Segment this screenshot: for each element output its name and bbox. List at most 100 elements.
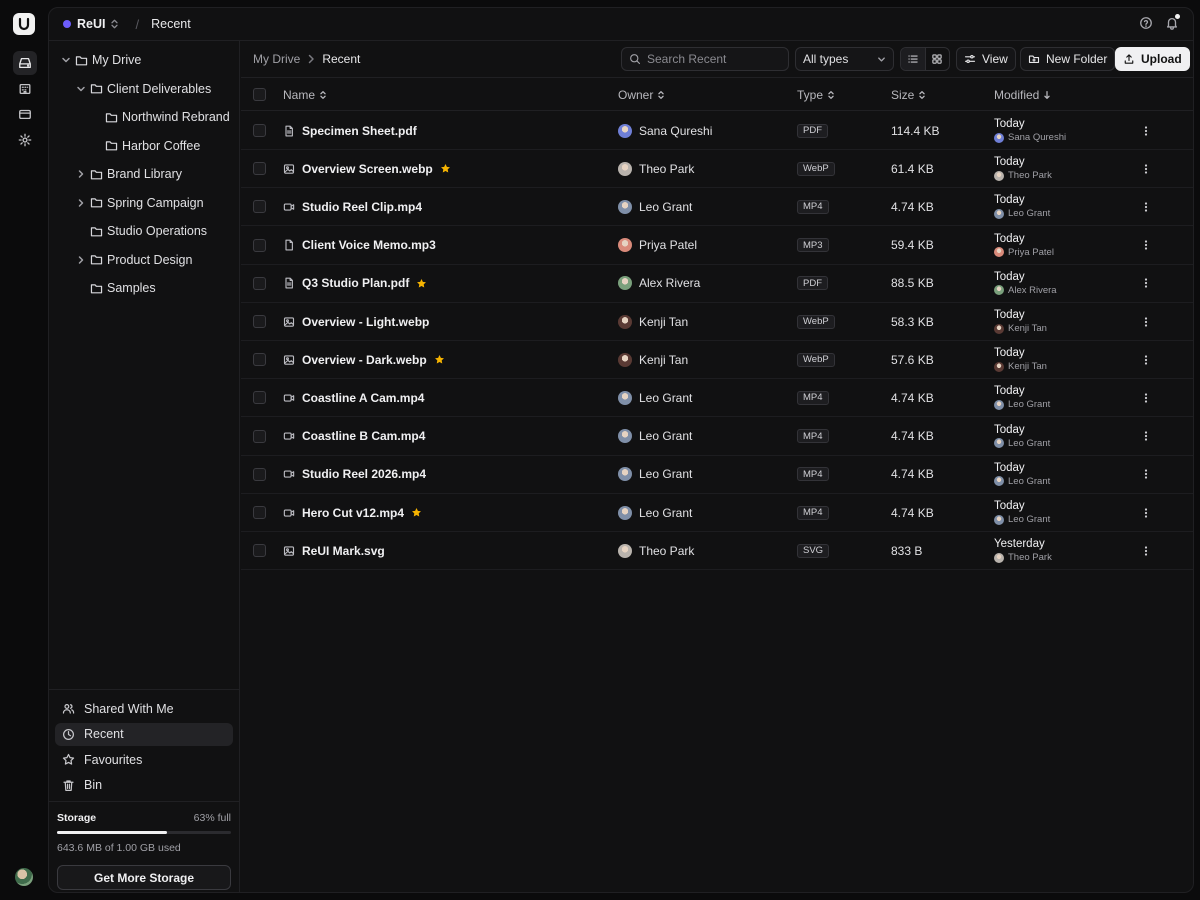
column-size[interactable]: Size xyxy=(891,88,926,102)
more-options-icon[interactable] xyxy=(1141,265,1151,302)
table-row[interactable]: Overview Screen.webp Theo Park WebP 61.4 KB… xyxy=(241,150,1193,189)
drive-icon[interactable] xyxy=(13,51,37,75)
row-checkbox[interactable] xyxy=(253,544,266,558)
get-more-storage-button[interactable]: Get More Storage xyxy=(57,865,231,890)
column-owner[interactable]: Owner xyxy=(618,88,665,102)
file-name[interactable]: Hero Cut v12.mp4 xyxy=(302,506,404,520)
table-row[interactable]: Client Voice Memo.mp3 Priya Patel MP3 59.4 … xyxy=(241,227,1193,265)
star-icon[interactable] xyxy=(434,354,445,365)
row-checkbox[interactable] xyxy=(253,315,266,328)
column-modified[interactable]: Modified xyxy=(994,88,1051,102)
folder-northwind-rebrand[interactable]: Northwind Rebrand xyxy=(89,103,230,131)
chevron-updown-icon[interactable] xyxy=(110,19,119,29)
select-all-checkbox[interactable] xyxy=(253,88,266,101)
folder-client-deliverables[interactable]: Client Deliverables xyxy=(74,75,211,103)
settings-icon[interactable] xyxy=(13,128,37,152)
file-name[interactable]: Overview - Light.webp xyxy=(302,315,429,329)
chevron-down-icon[interactable] xyxy=(74,84,88,94)
star-icon[interactable] xyxy=(440,163,451,174)
nav-recent[interactable]: Recent xyxy=(55,722,233,746)
table-row[interactable]: Hero Cut v12.mp4 Leo Grant MP4 4.74 KB Today… xyxy=(241,494,1193,532)
new-folder-button[interactable]: New Folder xyxy=(1020,47,1116,71)
type-filter-select[interactable]: All types xyxy=(795,47,894,71)
star-icon[interactable] xyxy=(416,278,427,289)
more-options-icon[interactable] xyxy=(1141,227,1151,264)
chevron-right-icon[interactable] xyxy=(74,198,88,208)
more-options-icon[interactable] xyxy=(1141,456,1151,493)
more-options-icon[interactable] xyxy=(1141,341,1151,378)
row-checkbox[interactable] xyxy=(253,506,266,519)
folder-samples[interactable]: Samples xyxy=(74,274,156,302)
chevron-down-icon[interactable] xyxy=(59,55,73,65)
view-button[interactable]: View xyxy=(956,47,1016,71)
row-checkbox[interactable] xyxy=(253,162,266,176)
more-options-icon[interactable] xyxy=(1141,112,1151,149)
folder-studio-operations[interactable]: Studio Operations xyxy=(74,217,207,245)
more-options-icon[interactable] xyxy=(1141,494,1151,531)
search-box[interactable] xyxy=(621,47,789,71)
folder-product-design[interactable]: Product Design xyxy=(74,246,192,274)
more-options-icon[interactable] xyxy=(1141,532,1151,569)
more-options-icon[interactable] xyxy=(1141,150,1151,187)
row-checkbox[interactable] xyxy=(253,238,266,252)
row-checkbox[interactable] xyxy=(253,200,266,214)
table-row[interactable]: Overview - Dark.webp Kenji Tan WebP 57.6 KB… xyxy=(241,341,1193,380)
table-row[interactable]: Q3 Studio Plan.pdf Alex Rivera PDF 88.5 KB T… xyxy=(241,265,1193,303)
star-icon[interactable] xyxy=(411,507,422,518)
search-input[interactable] xyxy=(647,52,777,66)
help-icon[interactable] xyxy=(1139,16,1153,30)
folder-brand-library[interactable]: Brand Library xyxy=(74,160,182,188)
row-checkbox[interactable] xyxy=(253,391,266,405)
notifications-icon[interactable] xyxy=(1165,14,1180,30)
file-name-cell[interactable]: Client Voice Memo.mp3 xyxy=(283,227,436,264)
list-view-icon[interactable] xyxy=(901,48,925,70)
file-name-cell[interactable]: Studio Reel Clip.mp4 xyxy=(283,188,422,225)
folder-harbor-coffee[interactable]: Harbor Coffee xyxy=(89,132,200,160)
file-name-cell[interactable]: Coastline B Cam.mp4 xyxy=(283,418,425,455)
file-name-cell[interactable]: Q3 Studio Plan.pdf xyxy=(283,265,427,302)
folder-spring-campaign[interactable]: Spring Campaign xyxy=(74,189,204,217)
row-checkbox[interactable] xyxy=(253,467,266,481)
file-name[interactable]: Q3 Studio Plan.pdf xyxy=(302,276,409,290)
workspace-switcher[interactable]: ReUI xyxy=(77,17,105,31)
nav-favourites[interactable]: Favourites xyxy=(55,748,233,771)
file-name-cell[interactable]: Hero Cut v12.mp4 xyxy=(283,494,422,531)
chevron-right-icon[interactable] xyxy=(74,255,88,265)
file-name-cell[interactable]: Overview - Dark.webp xyxy=(283,341,445,378)
file-name-cell[interactable]: ReUI Mark.svg xyxy=(283,532,385,569)
file-name-cell[interactable]: Specimen Sheet.pdf xyxy=(283,112,417,149)
top-breadcrumb-current[interactable]: Recent xyxy=(151,17,191,31)
upload-button[interactable]: Upload xyxy=(1115,47,1190,71)
more-options-icon[interactable] xyxy=(1141,379,1151,416)
table-row[interactable]: Overview - Light.webp Kenji Tan WebP 58.3 K… xyxy=(241,303,1193,341)
row-checkbox[interactable] xyxy=(253,124,266,137)
table-row[interactable]: Coastline A Cam.mp4 Leo Grant MP4 4.74 KB To… xyxy=(241,379,1193,418)
row-checkbox[interactable] xyxy=(253,429,266,443)
file-name[interactable]: Studio Reel 2026.mp4 xyxy=(302,467,426,481)
row-checkbox[interactable] xyxy=(253,353,266,367)
file-name-cell[interactable]: Overview - Light.webp xyxy=(283,303,429,340)
folder-my-drive[interactable]: My Drive xyxy=(59,46,141,74)
more-options-icon[interactable] xyxy=(1141,418,1151,455)
more-options-icon[interactable] xyxy=(1141,303,1151,340)
card-icon[interactable] xyxy=(13,102,37,126)
file-name[interactable]: Coastline A Cam.mp4 xyxy=(302,391,424,405)
chevron-right-icon[interactable] xyxy=(74,169,88,179)
column-type[interactable]: Type xyxy=(797,88,835,102)
nav-shared-with-me[interactable]: Shared With Me xyxy=(55,697,233,720)
table-row[interactable]: Studio Reel 2026.mp4 Leo Grant MP4 4.74 KB T… xyxy=(241,456,1193,494)
file-name[interactable]: Coastline B Cam.mp4 xyxy=(302,429,425,443)
table-row[interactable]: Coastline B Cam.mp4 Leo Grant MP4 4.74 KB To… xyxy=(241,418,1193,456)
table-row[interactable]: Studio Reel Clip.mp4 Leo Grant MP4 4.74 KB T… xyxy=(241,188,1193,227)
table-row[interactable]: ReUI Mark.svg Theo Park SVG 833 B Yesterday T… xyxy=(241,532,1193,571)
table-row[interactable]: Specimen Sheet.pdf Sana Qureshi PDF 114.4 K… xyxy=(241,112,1193,150)
row-checkbox[interactable] xyxy=(253,276,266,290)
user-avatar[interactable] xyxy=(15,868,33,886)
file-name[interactable]: Client Voice Memo.mp3 xyxy=(302,238,436,252)
file-name[interactable]: ReUI Mark.svg xyxy=(302,544,385,558)
building-icon[interactable] xyxy=(13,77,37,101)
file-name[interactable]: Studio Reel Clip.mp4 xyxy=(302,200,422,214)
app-logo[interactable] xyxy=(13,13,35,35)
file-name[interactable]: Overview Screen.webp xyxy=(302,162,433,176)
file-name[interactable]: Specimen Sheet.pdf xyxy=(302,124,417,138)
